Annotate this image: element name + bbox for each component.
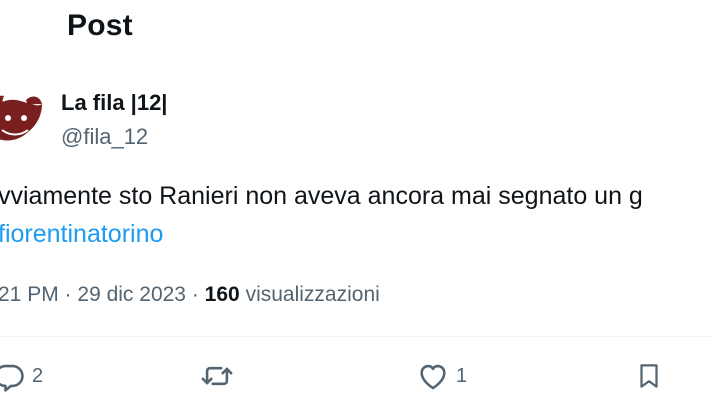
reply-count: 2 xyxy=(32,365,44,387)
meta-separator: · xyxy=(64,283,72,306)
tweet-meta: 21 PM · 29 dic 2023 · 160 visualizzazion… xyxy=(0,281,380,309)
reply-button[interactable]: 2 xyxy=(0,358,43,394)
team-crest-icon xyxy=(0,86,46,150)
meta-separator: · xyxy=(191,283,199,306)
author-handle[interactable]: @fila_12 xyxy=(61,123,148,151)
views-count: 160 xyxy=(204,283,240,306)
bookmark-icon xyxy=(640,364,658,388)
retweet-button[interactable] xyxy=(199,358,235,394)
page-title: Post xyxy=(67,9,133,42)
retweet-icon xyxy=(201,366,233,386)
hashtag-link[interactable]: fiorentinatorino xyxy=(0,218,163,250)
tweet-text: vviamente sto Ranieri non aveva ancora m… xyxy=(0,182,643,210)
views-label: visualizzazioni xyxy=(245,283,380,306)
tweet-date[interactable]: 29 dic 2023 xyxy=(77,283,186,306)
like-button[interactable]: 1 xyxy=(416,358,467,394)
avatar[interactable] xyxy=(0,86,46,150)
divider xyxy=(0,336,712,337)
author-display-name[interactable]: La fila |12| xyxy=(61,89,167,117)
reply-icon xyxy=(0,364,24,392)
bookmark-button[interactable] xyxy=(634,358,664,394)
heart-icon xyxy=(420,364,446,390)
tweet-time[interactable]: 21 PM xyxy=(0,283,59,306)
like-count: 1 xyxy=(456,365,468,387)
